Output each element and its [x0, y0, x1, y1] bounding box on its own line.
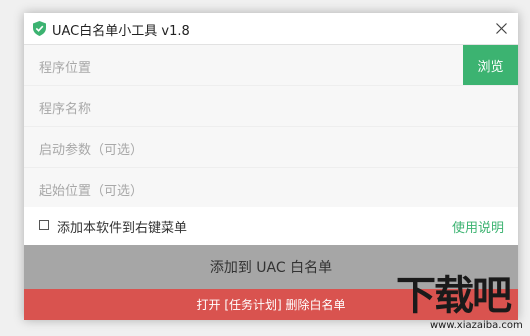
options-row: 添加本软件到右键菜单 使用说明	[24, 207, 518, 245]
title-bar: UAC白名单小工具 v1.8	[24, 13, 518, 45]
start-dir-field[interactable]: 起始位置（可选）	[24, 168, 518, 209]
close-button[interactable]	[484, 13, 518, 44]
launch-args-placeholder: 启动参数（可选）	[39, 143, 144, 158]
watermark-url: www.xiazaiba.com	[430, 320, 523, 331]
help-link[interactable]: 使用说明	[452, 217, 504, 236]
program-name-field[interactable]: 程序名称	[24, 86, 518, 127]
program-name-placeholder: 程序名称	[39, 102, 92, 117]
watermark-logo: 下载吧 www.xiazaiba.com	[392, 270, 530, 336]
start-dir-placeholder: 起始位置（可选）	[39, 184, 144, 199]
program-path-placeholder: 程序位置	[39, 61, 92, 76]
program-path-field[interactable]: 程序位置 浏览	[24, 45, 518, 86]
context-menu-label[interactable]: 添加本软件到右键菜单	[57, 217, 187, 236]
window-title: UAC白名单小工具 v1.8	[52, 24, 190, 39]
shield-check-icon	[33, 21, 46, 36]
launch-args-field[interactable]: 启动参数（可选）	[24, 127, 518, 168]
close-icon	[495, 23, 507, 34]
browse-button[interactable]: 浏览	[463, 45, 518, 85]
context-menu-checkbox[interactable]	[39, 220, 49, 230]
watermark-text: 下载吧	[396, 273, 512, 319]
